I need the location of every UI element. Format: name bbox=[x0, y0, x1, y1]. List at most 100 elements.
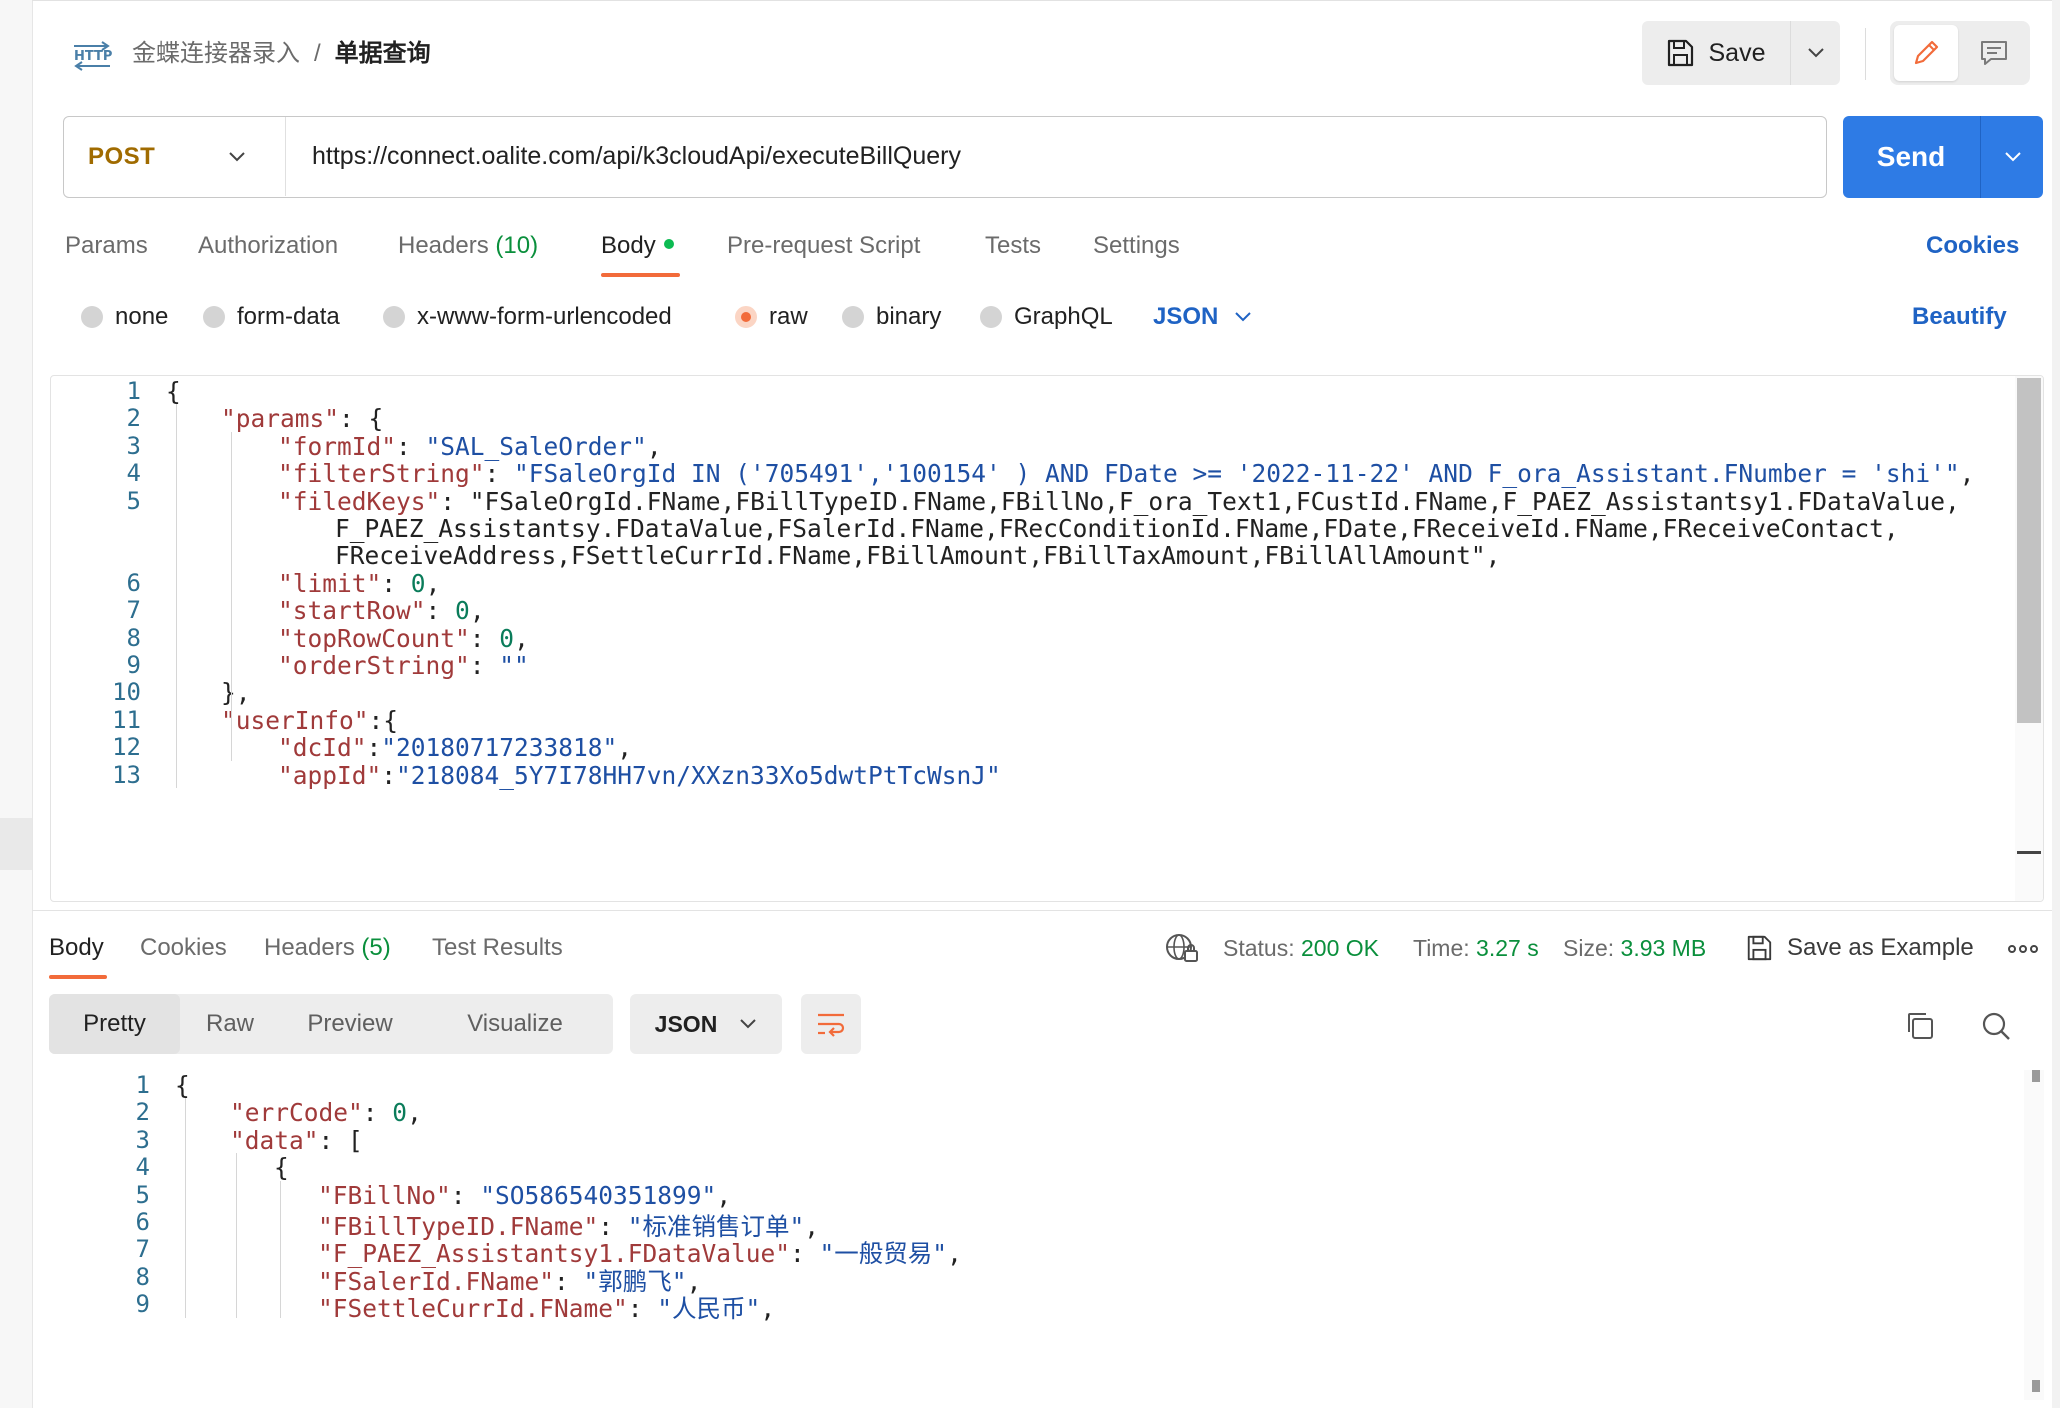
line-number: 4 bbox=[135, 1153, 150, 1182]
more-icon[interactable] bbox=[2008, 944, 2038, 954]
line-number: 9 bbox=[135, 1290, 150, 1319]
line-number: 9 bbox=[126, 651, 141, 679]
line-number: 11 bbox=[112, 705, 141, 734]
breadcrumb-parent[interactable]: 金蝶连接器录入 bbox=[132, 40, 300, 67]
radio-dot bbox=[842, 306, 864, 328]
save-as-example-label: Save as Example bbox=[1787, 934, 1974, 961]
code-line: "dcId":"20180717233818", bbox=[278, 733, 633, 763]
response-tab-cookies[interactable]: Cookies bbox=[140, 930, 227, 966]
radio-raw[interactable]: raw bbox=[735, 302, 808, 332]
send-button[interactable]: Send bbox=[1843, 116, 1979, 198]
indent-guide bbox=[185, 1098, 186, 1318]
response-time: Time: 3.27 s bbox=[1413, 930, 1539, 966]
save-as-example-button[interactable]: Save as Example bbox=[1745, 930, 1974, 966]
radio-dot bbox=[203, 306, 225, 328]
response-body-viewer[interactable]: 123456789 {"errCode": 0, "data": [{"FBill… bbox=[50, 1070, 2044, 1408]
code-line: "userInfo":{ bbox=[221, 705, 399, 735]
radio-none[interactable]: none bbox=[81, 302, 168, 332]
code-line: FReceiveAddress,FSettleCurrId.FName,FBil… bbox=[335, 541, 1501, 571]
tab-headers[interactable]: Headers (10) bbox=[398, 228, 538, 264]
line-number: 13 bbox=[112, 760, 141, 789]
line-number: 6 bbox=[135, 1208, 150, 1236]
line-number: 3 bbox=[126, 431, 141, 460]
request-scrollbar-marker bbox=[2017, 851, 2041, 854]
pencil-icon bbox=[1914, 40, 1939, 65]
code-line: "topRowCount": 0, bbox=[278, 623, 529, 653]
send-options-button[interactable] bbox=[1980, 116, 2044, 198]
chevron-down-icon bbox=[2004, 152, 2021, 162]
request-scrollbar[interactable] bbox=[2015, 376, 2043, 901]
tab-body[interactable]: Body bbox=[601, 228, 674, 264]
cookies-link[interactable]: Cookies bbox=[1926, 228, 2019, 264]
save-options-button[interactable] bbox=[1790, 21, 1841, 85]
indent-guide bbox=[236, 1153, 237, 1318]
view-preview[interactable]: Preview bbox=[280, 994, 420, 1054]
method-select[interactable]: POST bbox=[64, 117, 286, 196]
http-icon-text: HTTP bbox=[74, 49, 112, 64]
wrap-lines-icon bbox=[818, 1013, 845, 1037]
code-line: "orderString": "" bbox=[278, 651, 529, 680]
breadcrumb: 金蝶连接器录入 / 单据查询 bbox=[132, 36, 431, 72]
comment-icon bbox=[1981, 41, 2007, 65]
line-number: 3 bbox=[135, 1125, 150, 1154]
save-button[interactable]: Save bbox=[1642, 21, 1788, 85]
view-pretty[interactable]: Pretty bbox=[49, 994, 180, 1054]
code-line: "params": { bbox=[221, 404, 384, 434]
body-language-select[interactable]: JSON bbox=[1153, 302, 1252, 332]
response-tab-body[interactable]: Body bbox=[49, 930, 104, 966]
radio-binary[interactable]: binary bbox=[842, 302, 941, 332]
radio-raw-label: raw bbox=[769, 303, 808, 330]
tab-tests[interactable]: Tests bbox=[985, 228, 1041, 264]
response-scrollbar[interactable] bbox=[2024, 1070, 2044, 1400]
code-line: F_PAEZ_Assistantsy.FDataValue,FSalerId.F… bbox=[335, 514, 1899, 543]
code-line: "startRow": 0, bbox=[278, 596, 485, 626]
breadcrumb-separator: / bbox=[314, 40, 321, 67]
wrap-lines-button[interactable] bbox=[801, 994, 861, 1054]
tab-params[interactable]: Params bbox=[65, 228, 148, 264]
request-body-editor[interactable]: 1 2 3 4 5 6 7 8 9 10 11 12 13 {"params": {"formId": … bbox=[50, 375, 2044, 902]
chevron-down-icon bbox=[229, 151, 245, 161]
radio-form-data[interactable]: form-data bbox=[203, 302, 340, 332]
indent-guide bbox=[231, 431, 232, 761]
edit-mode-button[interactable] bbox=[1894, 25, 1958, 81]
comments-button[interactable] bbox=[1962, 25, 2026, 81]
globe-lock-icon[interactable] bbox=[1165, 932, 1199, 964]
response-tab-headers-label: Headers bbox=[264, 934, 355, 961]
line-number: 7 bbox=[135, 1235, 150, 1264]
save-label: Save bbox=[1708, 38, 1766, 67]
save-icon bbox=[1747, 935, 1772, 961]
radio-urlencoded[interactable]: x-www-form-urlencoded bbox=[383, 302, 672, 332]
url-input[interactable]: https://connect.oalite.com/api/k3cloudAp… bbox=[312, 117, 961, 196]
line-number: 8 bbox=[126, 623, 141, 652]
radio-urlencoded-label: x-www-form-urlencoded bbox=[417, 303, 672, 330]
tab-prerequest-script[interactable]: Pre-request Script bbox=[727, 228, 920, 264]
response-tab-test-results[interactable]: Test Results bbox=[432, 930, 563, 966]
code-line: "errCode": 0, bbox=[230, 1098, 422, 1128]
code-line: "FBillNo": "SO586540351899", bbox=[318, 1180, 732, 1210]
line-number: 5 bbox=[135, 1180, 150, 1209]
left-sidebar-selected bbox=[0, 818, 32, 870]
response-tab-headers[interactable]: Headers (5) bbox=[264, 930, 391, 966]
code-line: { bbox=[274, 1153, 289, 1183]
request-scrollbar-thumb[interactable] bbox=[2017, 378, 2041, 723]
time-label: Time: bbox=[1413, 935, 1470, 961]
copy-icon[interactable] bbox=[1904, 1010, 1936, 1042]
status-value: 200 OK bbox=[1301, 935, 1379, 961]
beautify-button[interactable]: Beautify bbox=[1912, 302, 2007, 332]
line-number: 5 bbox=[126, 486, 141, 515]
http-icon: HTTP bbox=[74, 41, 112, 71]
radio-graphql[interactable]: GraphQL bbox=[980, 302, 1113, 332]
tab-settings[interactable]: Settings bbox=[1093, 228, 1180, 264]
save-icon bbox=[1667, 39, 1693, 67]
left-sidebar-strip bbox=[0, 0, 33, 1408]
chevron-down-icon bbox=[1808, 48, 1824, 58]
tab-authorization[interactable]: Authorization bbox=[198, 228, 338, 264]
view-visualize[interactable]: Visualize bbox=[420, 994, 610, 1054]
response-language-select[interactable]: JSON bbox=[630, 994, 782, 1054]
search-icon[interactable] bbox=[1980, 1010, 2012, 1042]
breadcrumb-current[interactable]: 单据查询 bbox=[335, 40, 431, 67]
code-line: "filedKeys": "FSaleOrgId.FName,FBillType… bbox=[278, 486, 1960, 516]
view-raw[interactable]: Raw bbox=[180, 994, 280, 1054]
save-button-group: Save bbox=[1642, 21, 1840, 85]
code-line: "filterString": "FSaleOrgId IN ('705491'… bbox=[278, 459, 1975, 489]
